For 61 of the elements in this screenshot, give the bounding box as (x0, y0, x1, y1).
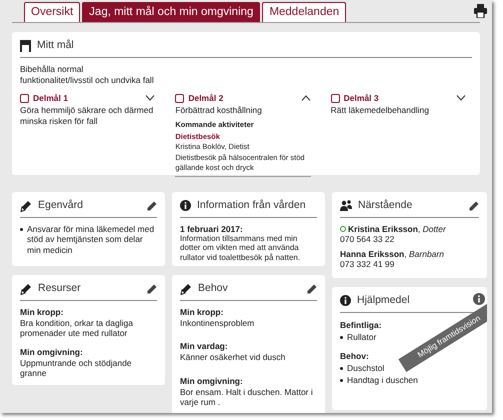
section-text: Bra kondition, orkar ta dagliga promenader ute med rullator (20, 318, 134, 339)
card-title: Behov (198, 281, 229, 296)
edit-icon[interactable] (469, 200, 479, 211)
section-text: Uppmuntrande och stödjande granne (20, 358, 133, 379)
info-icon[interactable] (473, 293, 485, 305)
section-text: Bor ensam. Halt i duschen. Mattor i varje rum . (180, 386, 314, 408)
tab[interactable]: Jag, mitt mål och min omgvining (82, 2, 260, 22)
people-icon (340, 200, 352, 212)
contact-phone: 073 332 41 99 (340, 258, 396, 269)
card-title: Närstående (358, 198, 414, 213)
chevron-icon[interactable] (300, 95, 311, 102)
edit-icon[interactable] (307, 284, 317, 294)
contact-name: Hanna Eriksson, Barnbarn (340, 248, 444, 259)
section-heading: Min kropp: (180, 306, 224, 318)
info-icon (180, 200, 191, 212)
checkbox[interactable] (330, 94, 340, 103)
subgoal-text: Förbättrad kosthållning (175, 104, 263, 116)
subgoal-text: Göra hemmiljö säkrare och därmed minska risken för fall (20, 104, 154, 126)
chevron-icon[interactable] (145, 95, 156, 102)
section-text: Känner osäkerhet vid dusch (180, 352, 286, 363)
section-title: Mitt mål (37, 38, 75, 53)
bullet-icon (340, 379, 343, 382)
list-item: Rullator (347, 332, 376, 342)
edit-icon[interactable] (147, 284, 157, 294)
contact-phone: 070 564 33 22 (340, 234, 396, 244)
chevron-icon[interactable] (456, 95, 466, 102)
subgoal-text: Rätt läkemedelbehandling (330, 104, 430, 116)
info-icon (340, 295, 351, 306)
section-heading: Min omgivning: (20, 346, 84, 358)
section-text: Inkontinensproblem (180, 318, 256, 328)
subgoal-title: Delmål 2 (188, 92, 224, 104)
flag-icon (20, 40, 31, 52)
bullet-icon (340, 366, 343, 370)
subgoal-title: Delmål 3 (344, 92, 380, 104)
info-date: 1 februari 2017: (180, 224, 244, 234)
tab[interactable]: Oversikt (24, 2, 80, 22)
checkbox[interactable] (175, 94, 184, 103)
edit-icon[interactable] (147, 200, 157, 211)
group-heading: Befintliga: (340, 318, 382, 332)
goal-text: Bibehålla normal funktionalitet/livsstil och undvika fall (20, 64, 155, 86)
card-title: Information från vården (197, 198, 307, 213)
tab[interactable]: Meddelanden (262, 2, 346, 22)
section-heading: Min vardag: (180, 341, 229, 352)
card-title: Resurser (38, 281, 82, 296)
subgoal-title: Delmål 1 (33, 92, 69, 104)
list-item: Handtag i duschen (347, 375, 418, 386)
info-text: Information tillsammans med min dotter om vikten med att använda rullator vid toalettbesök på natten. (180, 234, 302, 262)
section-heading: Min omgivning: (180, 376, 244, 387)
checkbox[interactable] (20, 94, 29, 103)
card-title: Egenvård (38, 198, 84, 213)
bullet-icon (340, 336, 343, 338)
printer-icon[interactable] (474, 4, 487, 18)
contact-name: Kristina Eriksson, Dotter (348, 224, 446, 234)
bullet-icon (20, 228, 23, 231)
pen-icon (20, 282, 32, 295)
pen-icon (180, 282, 192, 295)
pen-icon (20, 200, 32, 212)
list-item: Ansvarar för mina läkemedel med stöd av hemtjänsten som delar min medicin (27, 224, 156, 256)
section-heading: Min kropp: (20, 306, 64, 318)
group-heading: Behov: (340, 350, 369, 363)
list-item: Duschstol (347, 362, 384, 374)
